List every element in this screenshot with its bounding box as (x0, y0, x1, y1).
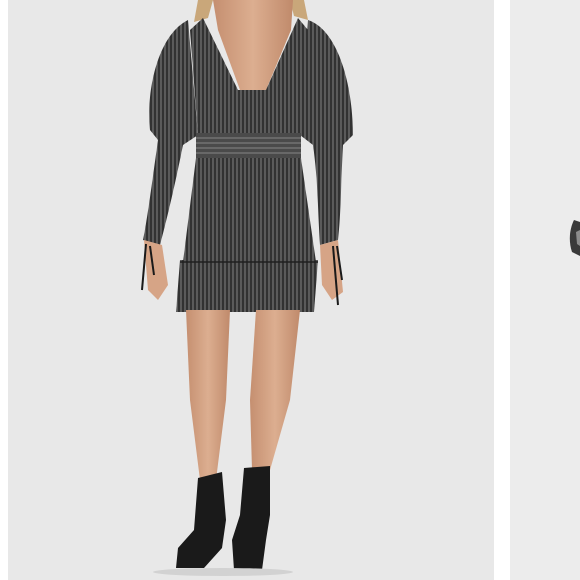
product-photo-next-preview[interactable] (510, 0, 580, 580)
left-hand (144, 240, 168, 300)
dress-waistband (196, 133, 301, 159)
right-boot (232, 466, 270, 570)
left-boot (176, 472, 226, 568)
dress-skirt-upper (183, 158, 316, 262)
product-photo-main[interactable] (8, 0, 494, 580)
hair (194, 0, 213, 22)
right-leg (250, 310, 300, 470)
model-dress-illustration (141, 0, 353, 576)
product-image-carousel[interactable] (0, 0, 580, 580)
left-leg (186, 310, 230, 480)
dress-skirt-lower (176, 260, 318, 312)
next-image-partial (569, 220, 580, 256)
